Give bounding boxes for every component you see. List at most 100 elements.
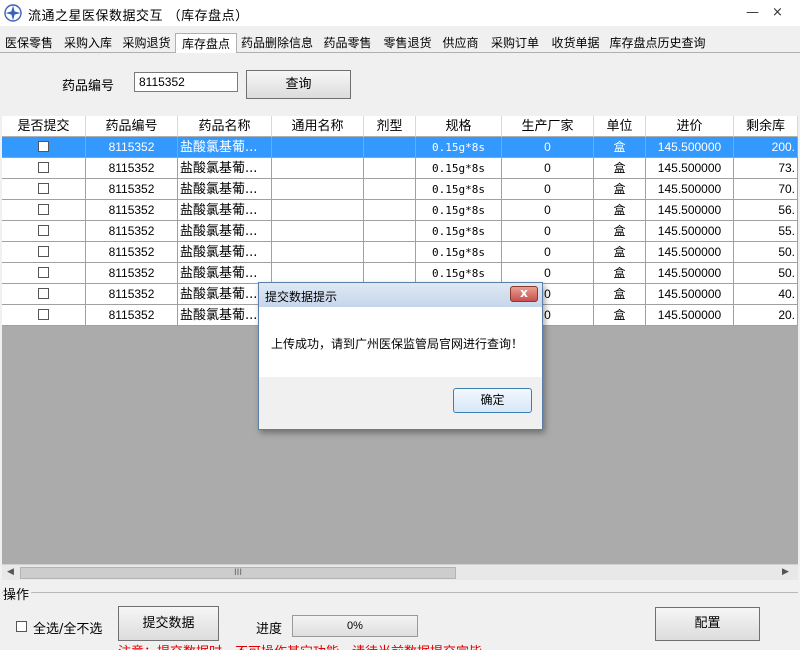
cell-spec: 0.15g*8s [416, 263, 502, 284]
cell-dosage-form [364, 158, 416, 179]
table-row[interactable]: 8115352 盐酸氯基葡... 0.15g*8s 0 盒 145.500000 55. [2, 221, 798, 242]
cell-price: 145.500000 [646, 158, 734, 179]
row-submit-checkbox[interactable] [2, 242, 86, 263]
tab-purchase-in[interactable]: 采购入库 [58, 33, 118, 53]
table-row[interactable]: 8115352 盐酸氯基葡... 0.15g*8s 0 盒 145.500000 50. [2, 263, 798, 284]
tab-purchase-order[interactable]: 采购订单 [484, 33, 546, 53]
cell-drug-code: 8115352 [86, 179, 178, 200]
row-submit-checkbox[interactable] [2, 137, 86, 158]
scroll-right-icon[interactable]: ▶ [782, 567, 789, 577]
column-header-unit[interactable]: 单位 [594, 116, 646, 137]
tab-purchase-return[interactable]: 采购退货 [118, 33, 175, 53]
minimize-button[interactable]: — [746, 5, 759, 20]
column-header-drug-code[interactable]: 药品编号 [86, 116, 178, 137]
horizontal-scrollbar[interactable]: ◀ III ▶ [2, 564, 798, 580]
scroll-left-icon[interactable]: ◀ [7, 567, 14, 577]
submit-checkbox[interactable] [38, 246, 49, 257]
table-row[interactable]: 8115352 盐酸氯基葡... 0.15g*8s 0 盒 145.500000 70. [2, 179, 798, 200]
submit-checkbox[interactable] [38, 141, 49, 152]
submit-result-dialog: 提交数据提示 x 上传成功，请到广州医保监管局官网进行查询！ 确定 [258, 282, 543, 430]
row-submit-checkbox[interactable] [2, 179, 86, 200]
tab-drug-deletion[interactable]: 药品删除信息 [237, 33, 317, 53]
row-submit-checkbox[interactable] [2, 305, 86, 326]
cell-drug-code: 8115352 [86, 200, 178, 221]
query-button[interactable]: 查询 [246, 70, 351, 99]
cell-manufacturer: 0 [502, 242, 594, 263]
select-all-label: 全选/全不选 [33, 622, 103, 637]
select-all-checkbox[interactable] [16, 620, 27, 634]
drug-code-label: 药品编号 [62, 79, 115, 94]
cell-stock: 50. [734, 263, 798, 284]
cell-stock: 70. [734, 179, 798, 200]
progress-bar: 0% [292, 615, 418, 637]
submit-checkbox[interactable] [38, 267, 49, 278]
scroll-thumb[interactable]: III [20, 567, 456, 579]
cell-spec: 0.15g*8s [416, 137, 502, 158]
row-submit-checkbox[interactable] [2, 158, 86, 179]
cell-stock: 73. [734, 158, 798, 179]
submit-data-button[interactable]: 提交数据 [118, 606, 219, 641]
table-row[interactable]: 8115352 盐酸氯基葡... 0.15g*8s 0 盒 145.500000 50. [2, 242, 798, 263]
cell-price: 145.500000 [646, 137, 734, 158]
column-header-submitted[interactable]: 是否提交 [2, 116, 86, 137]
cell-price: 145.500000 [646, 263, 734, 284]
cell-unit: 盒 [594, 221, 646, 242]
drug-code-input[interactable] [134, 72, 238, 92]
dialog-ok-button[interactable]: 确定 [453, 388, 532, 413]
tab-retail-return[interactable]: 零售退货 [378, 33, 437, 53]
cell-drug-code: 8115352 [86, 242, 178, 263]
submit-checkbox[interactable] [38, 204, 49, 215]
cell-drug-name: 盐酸氯基葡... [178, 242, 272, 263]
column-header-drug-name[interactable]: 药品名称 [178, 116, 272, 137]
cell-unit: 盒 [594, 137, 646, 158]
tab-bar: 医保零售 采购入库 采购退货 库存盘点 药品删除信息 药品零售 零售退货 供应商… [0, 33, 800, 54]
config-button[interactable]: 配置 [655, 607, 760, 641]
table-row[interactable]: 8115352 盐酸氯基葡... 0.15g*8s 0 盒 145.500000 56. [2, 200, 798, 221]
close-button[interactable]: × [772, 5, 783, 20]
column-header-generic-name[interactable]: 通用名称 [272, 116, 364, 137]
tab-supplier[interactable]: 供应商 [437, 33, 484, 53]
row-submit-checkbox[interactable] [2, 200, 86, 221]
cell-price: 145.500000 [646, 305, 734, 326]
cell-drug-code: 8115352 [86, 221, 178, 242]
submit-checkbox[interactable] [38, 309, 49, 320]
tab-receipt-docs[interactable]: 收货单据 [546, 33, 605, 53]
submit-checkbox[interactable] [38, 225, 49, 236]
row-submit-checkbox[interactable] [2, 284, 86, 305]
submit-checkbox[interactable] [38, 162, 49, 173]
cell-price: 145.500000 [646, 179, 734, 200]
window-title: 流通之星医保数据交互 （库存盘点） [28, 9, 249, 24]
submit-checkbox[interactable] [38, 183, 49, 194]
cell-dosage-form [364, 221, 416, 242]
table-row[interactable]: 8115352 盐酸氯基葡... 0.15g*8s 0 盒 145.500000 200. [2, 137, 798, 158]
cell-generic-name [272, 200, 364, 221]
submit-checkbox[interactable] [38, 288, 49, 299]
cell-generic-name [272, 242, 364, 263]
cell-drug-name: 盐酸氯基葡... [178, 200, 272, 221]
cell-generic-name [272, 179, 364, 200]
app-logo-icon [4, 4, 22, 22]
tab-drug-retail[interactable]: 药品零售 [317, 33, 378, 53]
tab-medical-retail[interactable]: 医保零售 [0, 33, 58, 53]
dialog-close-button[interactable]: x [510, 286, 538, 302]
cell-drug-code: 8115352 [86, 263, 178, 284]
tab-inventory-history[interactable]: 库存盘点历史查询 [605, 33, 710, 53]
row-submit-checkbox[interactable] [2, 263, 86, 284]
dialog-title-bar: 提交数据提示 x [259, 283, 542, 307]
column-header-stock[interactable]: 剩余库 [734, 116, 798, 137]
column-header-dosage-form[interactable]: 剂型 [364, 116, 416, 137]
row-submit-checkbox[interactable] [2, 221, 86, 242]
cell-spec: 0.15g*8s [416, 200, 502, 221]
dialog-footer: 确定 [259, 377, 542, 429]
cell-spec: 0.15g*8s [416, 242, 502, 263]
tab-inventory-check[interactable]: 库存盘点 [175, 33, 237, 54]
column-header-manufacturer[interactable]: 生产厂家 [502, 116, 594, 137]
cell-unit: 盒 [594, 263, 646, 284]
cell-unit: 盒 [594, 305, 646, 326]
table-row[interactable]: 8115352 盐酸氯基葡... 0.15g*8s 0 盒 145.500000 73. [2, 158, 798, 179]
cell-dosage-form [364, 179, 416, 200]
column-header-spec[interactable]: 规格 [416, 116, 502, 137]
column-header-price[interactable]: 进价 [646, 116, 734, 137]
cell-spec: 0.15g*8s [416, 221, 502, 242]
cell-drug-name: 盐酸氯基葡... [178, 137, 272, 158]
